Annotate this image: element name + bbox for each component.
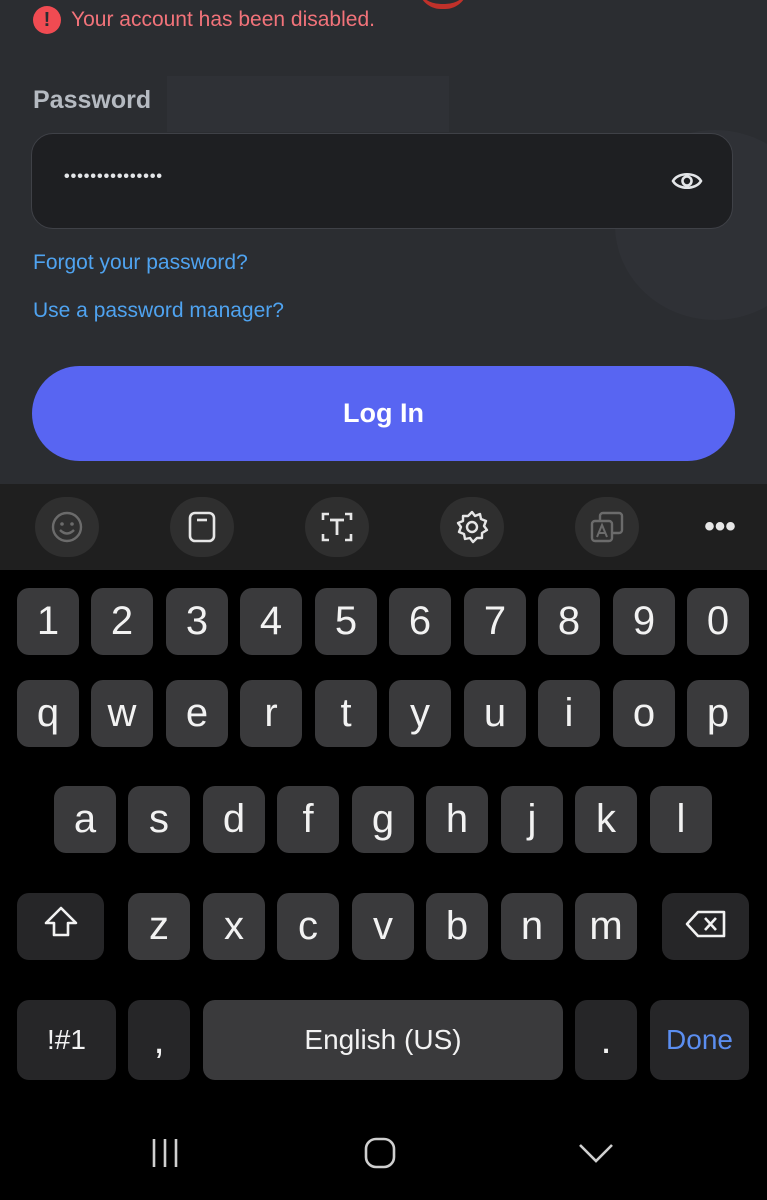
key-s[interactable]: s xyxy=(128,786,190,853)
done-key[interactable]: Done xyxy=(650,1000,749,1080)
back-chevron-down-icon[interactable] xyxy=(566,1130,626,1175)
error-message: ! Your account has been disabled. xyxy=(33,4,375,36)
space-key[interactable]: English (US) xyxy=(203,1000,563,1080)
eye-icon[interactable] xyxy=(670,166,704,196)
more-icon[interactable]: ••• xyxy=(690,497,750,557)
alert-circle-icon: ! xyxy=(33,6,61,34)
decorative-panel xyxy=(167,76,449,132)
key-e[interactable]: e xyxy=(166,680,228,747)
password-manager-link[interactable]: Use a password manager? xyxy=(33,299,284,323)
key-r[interactable]: r xyxy=(240,680,302,747)
password-value: ••••••••••••••• xyxy=(64,168,164,185)
key-9[interactable]: 9 xyxy=(613,588,675,655)
key-p[interactable]: p xyxy=(687,680,749,747)
key-g[interactable]: g xyxy=(352,786,414,853)
key-d[interactable]: d xyxy=(203,786,265,853)
backspace-icon xyxy=(684,904,728,949)
key-6[interactable]: 6 xyxy=(389,588,451,655)
key-l[interactable]: l xyxy=(650,786,712,853)
key-q[interactable]: q xyxy=(17,680,79,747)
shift-icon xyxy=(43,904,79,949)
home-icon[interactable] xyxy=(350,1130,410,1175)
key-4[interactable]: 4 xyxy=(240,588,302,655)
key-h[interactable]: h xyxy=(426,786,488,853)
key-5[interactable]: 5 xyxy=(315,588,377,655)
key-n[interactable]: n xyxy=(501,893,563,960)
forgot-password-link[interactable]: Forgot your password? xyxy=(33,251,248,275)
settings-icon[interactable] xyxy=(440,497,504,557)
key-z[interactable]: z xyxy=(128,893,190,960)
key-o[interactable]: o xyxy=(613,680,675,747)
key-a[interactable]: a xyxy=(54,786,116,853)
emoji-icon[interactable] xyxy=(35,497,99,557)
period-key[interactable]: . xyxy=(575,1000,637,1080)
key-3[interactable]: 3 xyxy=(166,588,228,655)
key-0[interactable]: 0 xyxy=(687,588,749,655)
key-t[interactable]: t xyxy=(315,680,377,747)
login-button[interactable]: Log In xyxy=(32,366,735,461)
text-select-icon[interactable] xyxy=(305,497,369,557)
password-field[interactable]: ••••••••••••••• xyxy=(31,133,733,229)
keyboard: 1 2 3 4 5 6 7 8 9 0 q w e r t y u i o p … xyxy=(0,570,767,1100)
system-nav-bar xyxy=(0,1100,767,1200)
password-label: Password xyxy=(33,86,152,114)
clipboard-icon[interactable] xyxy=(170,497,234,557)
error-text: Your account has been disabled. xyxy=(71,8,375,31)
key-j[interactable]: j xyxy=(501,786,563,853)
key-2[interactable]: 2 xyxy=(91,588,153,655)
key-k[interactable]: k xyxy=(575,786,637,853)
key-x[interactable]: x xyxy=(203,893,265,960)
shift-key[interactable] xyxy=(17,893,104,960)
key-8[interactable]: 8 xyxy=(538,588,600,655)
key-v[interactable]: v xyxy=(352,893,414,960)
key-7[interactable]: 7 xyxy=(464,588,526,655)
symbols-key[interactable]: !#1 xyxy=(17,1000,116,1080)
key-y[interactable]: y xyxy=(389,680,451,747)
login-screen: ! Your account has been disabled. Passwo… xyxy=(0,0,767,484)
key-1[interactable]: 1 xyxy=(17,588,79,655)
decorative-stroke xyxy=(418,0,468,9)
key-f[interactable]: f xyxy=(277,786,339,853)
key-w[interactable]: w xyxy=(91,680,153,747)
key-m[interactable]: m xyxy=(575,893,637,960)
keyboard-toolbar: ••• xyxy=(0,484,767,570)
comma-key[interactable]: , xyxy=(128,1000,190,1080)
recent-apps-icon[interactable] xyxy=(135,1130,195,1175)
key-u[interactable]: u xyxy=(464,680,526,747)
key-i[interactable]: i xyxy=(538,680,600,747)
translate-icon[interactable] xyxy=(575,497,639,557)
key-b[interactable]: b xyxy=(426,893,488,960)
backspace-key[interactable] xyxy=(662,893,749,960)
key-c[interactable]: c xyxy=(277,893,339,960)
